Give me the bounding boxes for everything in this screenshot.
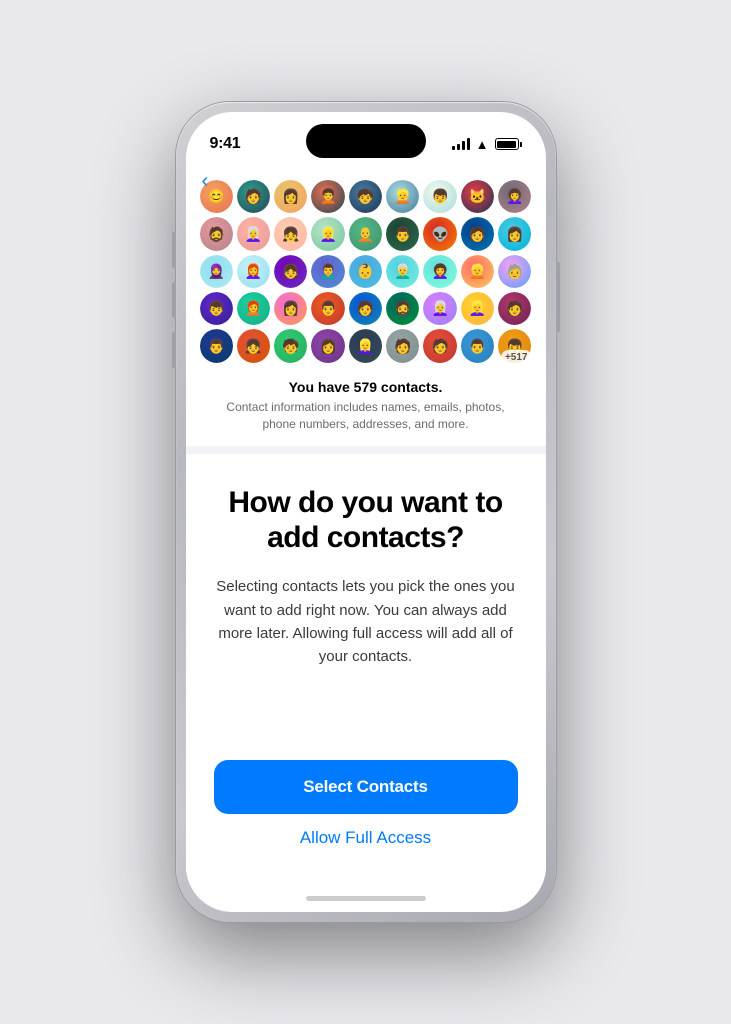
status-time: 9:41: [210, 135, 241, 153]
avatar-grid: 😊🧑👩🧑‍🦱🧒👱👦🐱👩‍🦱🧔👩‍🦳👧👱‍♀️🧑‍🦲👨👽🧑👩🧕👩‍🦰👧👨‍🦱👶👨‍…: [186, 170, 546, 369]
avatar: 👧: [237, 329, 270, 362]
avatar: 🧓: [498, 255, 531, 288]
avatar: 🧔: [386, 292, 419, 325]
avatar: 👨‍🦱: [311, 255, 344, 288]
avatar: 🧕: [200, 255, 233, 288]
avatar: 🧔: [200, 217, 233, 250]
avatar: 🧑: [386, 329, 419, 362]
avatar: 👨: [311, 292, 344, 325]
status-icons: ▲: [452, 137, 522, 152]
contacts-section: ‹ 😊🧑👩🧑‍🦱🧒👱👦🐱👩‍🦱🧔👩‍🦳👧👱‍♀️🧑‍🦲👨👽🧑👩🧕👩‍🦰👧👨‍🦱👶…: [186, 162, 546, 446]
avatar: 👦: [423, 180, 456, 213]
avatar: 👨: [386, 217, 419, 250]
main-description: Selecting contacts lets you pick the one…: [214, 575, 518, 760]
avatar: 🧑: [423, 329, 456, 362]
contacts-count-desc: Contact information includes names, emai…: [216, 399, 516, 433]
avatar: 🧑‍🦲: [349, 217, 382, 250]
avatar: 👩: [274, 292, 307, 325]
avatar: 👱‍♀️: [349, 329, 382, 362]
avatar: 👧: [274, 217, 307, 250]
more-contacts-badge: +517: [501, 350, 532, 365]
main-title: How do you want to add contacts?: [214, 486, 518, 555]
avatar: 🧑: [237, 180, 270, 213]
avatar: 👱: [461, 255, 494, 288]
signal-bar-2: [457, 144, 460, 150]
signal-icon: [452, 138, 470, 150]
signal-bar-4: [467, 138, 470, 150]
battery-body: [495, 138, 519, 150]
signal-bar-3: [462, 141, 465, 150]
contacts-count-bold: You have 579 contacts.: [216, 379, 516, 395]
avatar: 🐱: [461, 180, 494, 213]
avatar: 👱‍♀️: [461, 292, 494, 325]
avatar: 👱: [386, 180, 419, 213]
section-divider: [186, 446, 546, 454]
avatar: 👩: [311, 329, 344, 362]
avatar: 👩‍🦳: [237, 217, 270, 250]
avatar: 👩‍🦱: [498, 180, 531, 213]
phone-screen: 9:41 ▲ ‹: [186, 112, 546, 912]
avatar: 👱‍♀️: [311, 217, 344, 250]
avatar: 🧑‍🦱: [311, 180, 344, 213]
avatar: 👽: [423, 217, 456, 250]
avatar: 👨‍🦳: [386, 255, 419, 288]
battery-icon: [495, 138, 522, 150]
select-contacts-button[interactable]: Select Contacts: [214, 760, 518, 814]
avatar: 🧑: [349, 292, 382, 325]
avatar: 👨: [461, 329, 494, 362]
avatar: 👦: [200, 292, 233, 325]
avatar: 🧒: [274, 329, 307, 362]
avatar: 👨: [200, 329, 233, 362]
avatar: 🧑‍🦰: [237, 292, 270, 325]
avatar: 👩‍🦱: [423, 255, 456, 288]
home-bar: [306, 896, 426, 901]
buttons-container: Select Contacts Allow Full Access: [214, 760, 518, 864]
contacts-count-section: You have 579 contacts. Contact informati…: [186, 369, 546, 447]
avatar: 👶: [349, 255, 382, 288]
avatar: 👩‍🦳: [423, 292, 456, 325]
battery-tip: [520, 142, 522, 147]
wifi-icon: ▲: [476, 137, 489, 152]
dynamic-island: [306, 124, 426, 158]
allow-full-access-button[interactable]: Allow Full Access: [300, 828, 431, 848]
avatar: 👧: [274, 255, 307, 288]
phone-device: 9:41 ▲ ‹: [176, 102, 556, 922]
back-button[interactable]: ‹: [202, 170, 209, 193]
avatar: 👩: [274, 180, 307, 213]
avatar: 🧑: [461, 217, 494, 250]
bottom-section: How do you want to add contacts? Selecti…: [186, 454, 546, 884]
avatar: 🧒: [349, 180, 382, 213]
avatar: 👩‍🦰: [237, 255, 270, 288]
battery-fill: [497, 141, 516, 148]
avatar: 🧑: [498, 292, 531, 325]
signal-bar-1: [452, 146, 455, 150]
home-indicator: [186, 884, 546, 912]
avatar: 👩: [498, 217, 531, 250]
